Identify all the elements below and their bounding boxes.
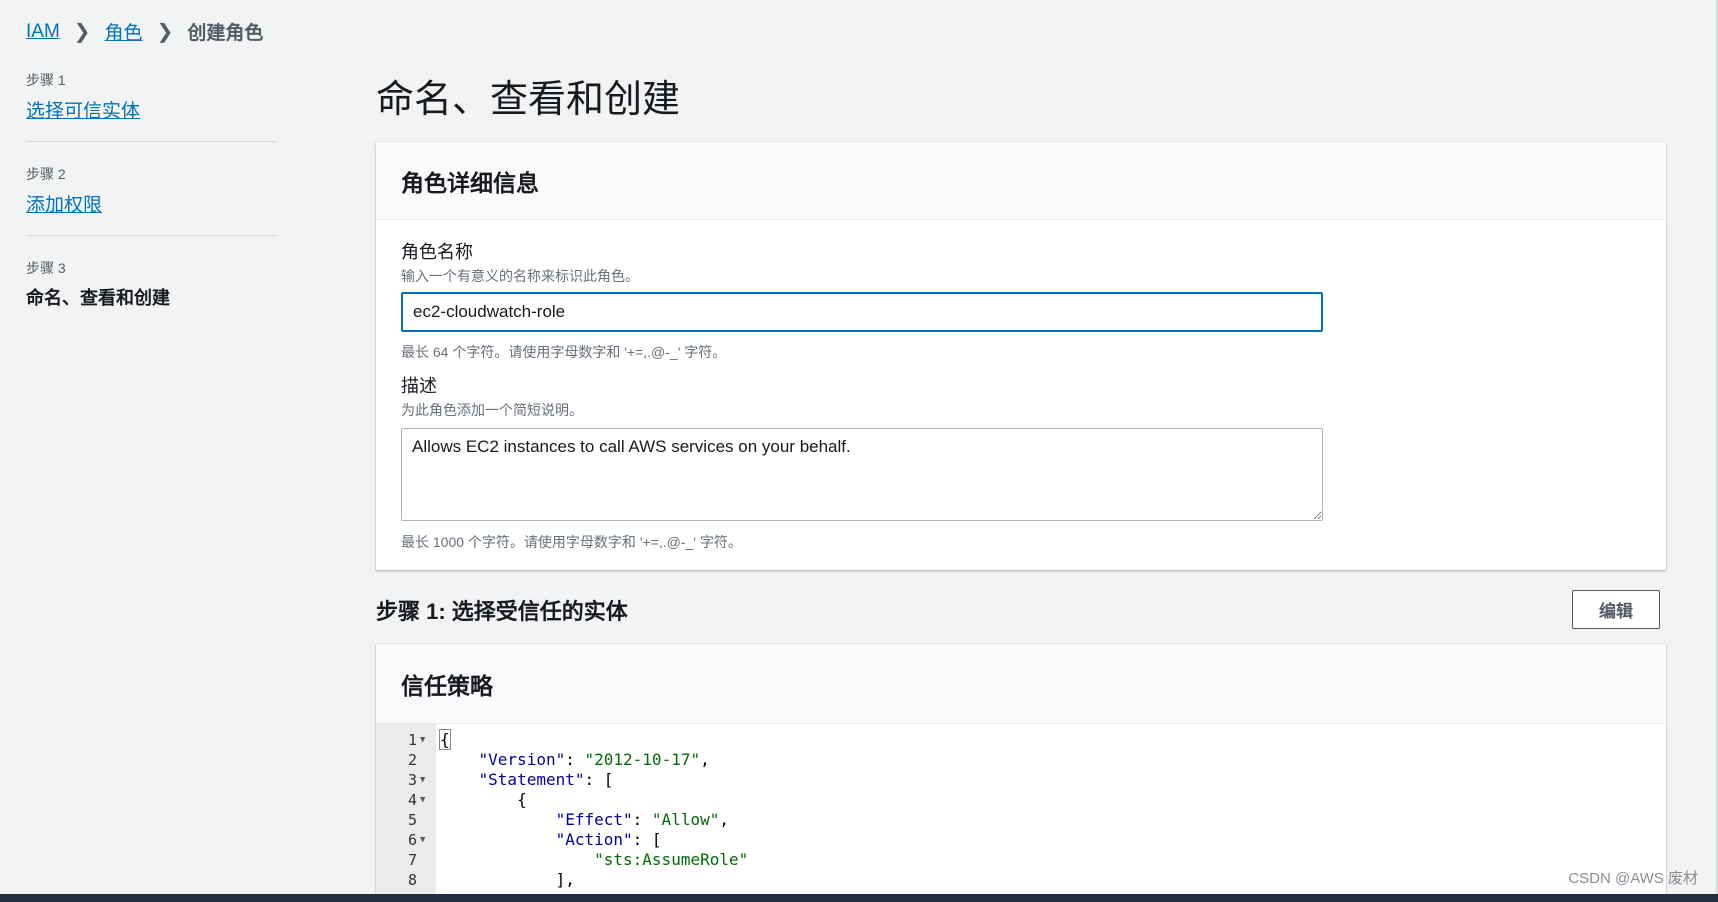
- role-name-input[interactable]: [401, 292, 1323, 332]
- code-line: "sts:AssumeRole": [594, 850, 749, 869]
- breadcrumb-link-roles[interactable]: 角色: [105, 18, 143, 45]
- code-line: {: [439, 729, 451, 750]
- line-number: 7: [407, 851, 417, 869]
- panel-title: 信任策略: [401, 672, 493, 699]
- role-name-label: 角色名称: [401, 242, 473, 262]
- line-number-gutter: 1 ▼ 2 3 ▼ 4 ▼ 5 6 ▼ 7 8: [376, 724, 436, 894]
- breadcrumb-link-iam[interactable]: IAM: [26, 21, 60, 43]
- description-constraint: 最长 1000 个字符。请使用字母数字和 '+=,.@-_' 字符。: [401, 534, 742, 550]
- code-line: "Version": "2012-10-17",: [478, 750, 710, 769]
- step1-section-heading: 步骤 1: 选择受信任的实体: [376, 599, 628, 624]
- step-link-add-permissions[interactable]: 添加权限: [26, 195, 102, 216]
- step-number: 步骤 1: [26, 72, 66, 88]
- line-number: 6 ▼: [376, 830, 436, 850]
- panel-header: 角色详细信息: [376, 142, 1666, 220]
- panel-header: 信任策略: [376, 644, 1666, 724]
- breadcrumb-current: 创建角色: [187, 23, 264, 44]
- line-number: 3 ▼: [376, 770, 436, 790]
- chevron-right-icon: ❯: [73, 21, 91, 43]
- breadcrumb: IAM ❯ 角色 ❯ 创建角色: [26, 18, 263, 45]
- step-number: 步骤 2: [26, 166, 66, 182]
- role-name-description: 输入一个有意义的名称来标识此角色。: [401, 268, 639, 284]
- step-link-select-trusted-entity[interactable]: 选择可信实体: [26, 101, 140, 122]
- wizard-step-3: 步骤 3 命名、查看和创建: [26, 258, 276, 328]
- trust-policy-panel: 信任策略 1 ▼ 2 3 ▼ 4 ▼ 5 6 ▼ 7 8 { "Version": "2…: [376, 644, 1666, 894]
- step-number: 步骤 3: [26, 260, 66, 276]
- description-hint: 为此角色添加一个简短说明。: [401, 402, 583, 418]
- watermark: CSDN @AWS 废材: [1568, 870, 1698, 887]
- line-number: 2: [407, 751, 417, 769]
- panel-title: 角色详细信息: [401, 169, 539, 196]
- trust-policy-code-editor[interactable]: 1 ▼ 2 3 ▼ 4 ▼ 5 6 ▼ 7 8 { "Version": "2012-1…: [376, 724, 1666, 894]
- description-label: 描述: [401, 376, 437, 396]
- code-line: {: [517, 790, 527, 809]
- code-content[interactable]: { "Version": "2012-10-17", "Statement": …: [436, 724, 748, 894]
- wizard-step-1: 步骤 1 选择可信实体: [26, 70, 276, 142]
- line-number: 4 ▼: [376, 790, 436, 810]
- step-current-label: 命名、查看和创建: [26, 288, 170, 308]
- page-title: 命名、查看和创建: [376, 79, 681, 121]
- code-line: "Effect": "Allow",: [555, 810, 729, 829]
- code-line: "Statement": [: [478, 770, 614, 789]
- edit-step1-button[interactable]: 编辑: [1572, 590, 1660, 629]
- role-details-panel: 角色详细信息 角色名称 输入一个有意义的名称来标识此角色。 最长 64 个字符。…: [376, 142, 1666, 570]
- line-number: 5: [407, 811, 417, 829]
- wizard-step-2: 步骤 2 添加权限: [26, 164, 276, 236]
- bottom-bar: [0, 894, 1718, 902]
- description-textarea[interactable]: Allows EC2 instances to call AWS service…: [401, 428, 1323, 521]
- line-number: 1 ▼: [376, 730, 436, 750]
- fold-arrow-icon[interactable]: ▼: [420, 775, 428, 785]
- wizard-steps-nav: 步骤 1 选择可信实体 步骤 2 添加权限 步骤 3 命名、查看和创建: [26, 70, 276, 350]
- line-number: 8: [407, 871, 417, 889]
- fold-arrow-icon[interactable]: ▼: [420, 835, 428, 845]
- chevron-right-icon: ❯: [156, 21, 174, 43]
- fold-arrow-icon[interactable]: ▼: [420, 795, 428, 805]
- fold-arrow-icon[interactable]: ▼: [420, 735, 428, 745]
- role-name-constraint: 最长 64 个字符。请使用字母数字和 '+=,.@-_' 字符。: [401, 344, 727, 360]
- code-line: "Action": [: [555, 830, 662, 849]
- code-line: ],: [555, 870, 575, 889]
